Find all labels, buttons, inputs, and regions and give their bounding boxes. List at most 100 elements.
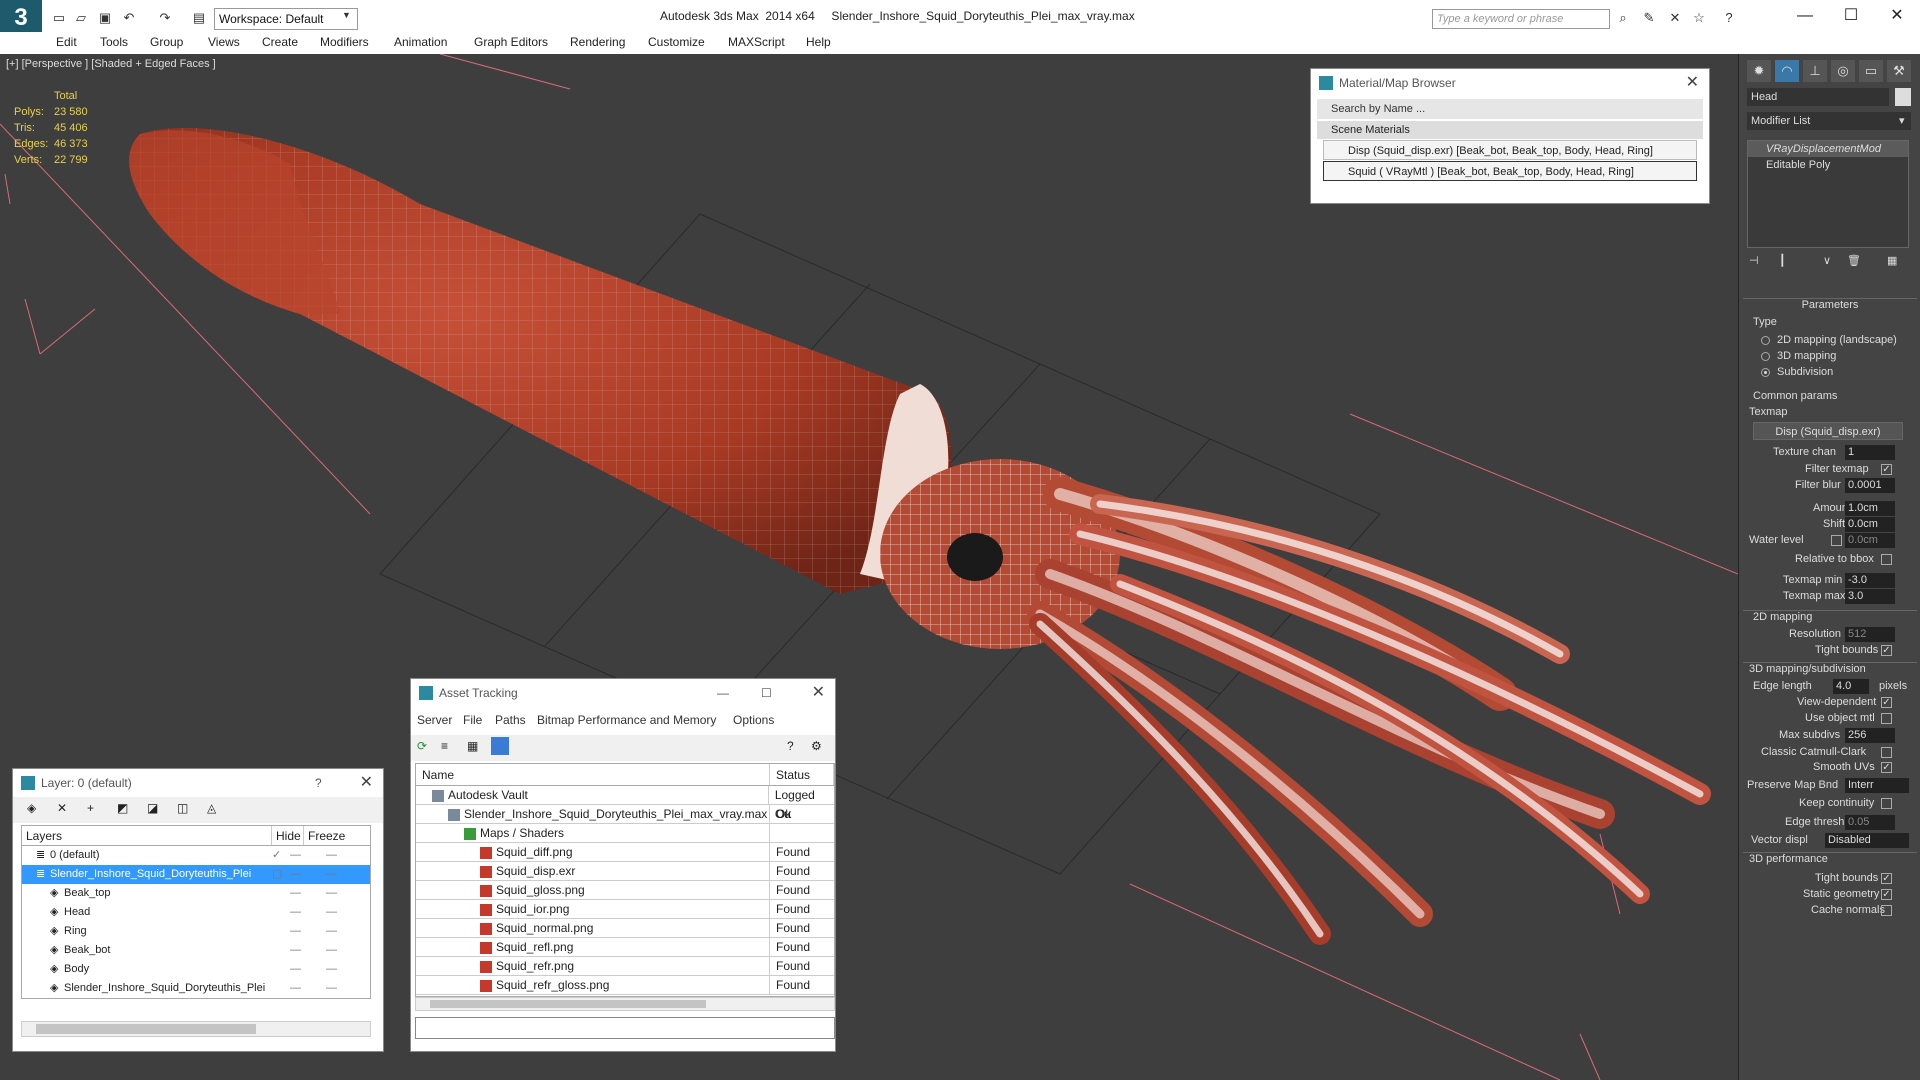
parameters-rollout[interactable]: Parameters	[1743, 298, 1917, 314]
remove-modifier-icon[interactable]: 🗑	[1847, 254, 1861, 267]
filter-texmap-checkbox[interactable]: ✓	[1881, 464, 1892, 475]
freeze-toggle[interactable]: —	[326, 865, 337, 884]
object-color-swatch[interactable]	[1895, 88, 1911, 106]
layer-row[interactable]: ◈ Slender_Inshore_Squid_Doryteuthis_Plei —…	[22, 979, 370, 998]
hide-toggle[interactable]: —	[290, 941, 301, 960]
viewport-label[interactable]: [+] [Perspective ] [Shaded + Edged Faces…	[6, 58, 216, 70]
menu-modifiers[interactable]: Modifiers	[320, 35, 369, 49]
redo-icon[interactable]: ↷	[156, 9, 174, 27]
freeze-toggle[interactable]: —	[326, 903, 337, 922]
freeze-toggle[interactable]: —	[326, 979, 337, 998]
layer-row[interactable]: ◈ Head — —	[22, 903, 370, 922]
material-search-input[interactable]: Search by Name ...	[1317, 99, 1703, 119]
freeze-toggle[interactable]: —	[326, 941, 337, 960]
freeze-toggle[interactable]: —	[326, 922, 337, 941]
layer-row[interactable]: ◈ Beak_top — —	[22, 884, 370, 903]
preserve-map-bnd-dropdown[interactable]: Interr	[1845, 778, 1909, 793]
shift-input[interactable]: 0.0cm	[1845, 517, 1895, 532]
table-row[interactable]: Squid_ior.png Found	[416, 900, 834, 919]
asset-menu-paths[interactable]: Paths	[495, 713, 526, 727]
table-row[interactable]: Slender_Inshore_Squid_Doryteuthis_Plei_m…	[416, 805, 834, 824]
close-icon[interactable]: ✕	[1686, 69, 1699, 97]
relative-bbox-checkbox[interactable]	[1881, 554, 1892, 565]
asset-menu-options[interactable]: Options	[733, 713, 774, 727]
column-header-freeze[interactable]: Freeze	[304, 826, 345, 845]
refresh-icon[interactable]: ⟳	[417, 739, 427, 753]
keep-continuity-checkbox[interactable]	[1881, 798, 1892, 809]
show-end-result-icon[interactable]: ┃	[1779, 254, 1786, 267]
save-icon[interactable]: ▣	[96, 9, 114, 27]
texmap-button[interactable]: Disp (Squid_disp.exr)	[1753, 422, 1903, 440]
help-icon[interactable]: ?	[1720, 9, 1738, 27]
freeze-all-icon[interactable]: ◬	[207, 801, 216, 815]
hide-toggle[interactable]: —	[290, 903, 301, 922]
texmap-min-input[interactable]: -3.0	[1845, 573, 1895, 588]
minimize-icon[interactable]: —	[717, 679, 729, 707]
modify-tab-icon[interactable]: ◠	[1775, 60, 1799, 82]
open-file-icon[interactable]: ▱	[72, 9, 90, 27]
asset-menu-bitmap-performance[interactable]: Bitmap Performance and Memory	[537, 713, 716, 727]
create-layer-icon[interactable]: ◈	[27, 801, 36, 815]
current-layer-icon[interactable]: ✓	[272, 846, 281, 865]
communication-icon[interactable]: ✕	[1666, 9, 1684, 27]
workspace-dropdown[interactable]: Workspace: Default	[214, 8, 358, 30]
radio-2d-mapping[interactable]	[1761, 336, 1770, 345]
material-item[interactable]: Squid ( VRayMtl ) [Beak_bot, Beak_top, B…	[1323, 161, 1697, 181]
object-name-field[interactable]: Head	[1747, 88, 1889, 106]
pin-stack-icon[interactable]: ⊣	[1749, 254, 1759, 267]
freeze-toggle[interactable]: —	[326, 846, 337, 865]
water-level-checkbox[interactable]	[1831, 535, 1842, 546]
hide-toggle[interactable]: —	[290, 979, 301, 998]
close-icon[interactable]: ✕	[360, 769, 373, 797]
classic-catmull-checkbox[interactable]	[1881, 747, 1892, 758]
hide-toggle[interactable]: —	[290, 865, 301, 884]
modifier-list-dropdown[interactable]: Modifier List	[1747, 112, 1911, 130]
view-dependent-checkbox[interactable]: ✓	[1881, 697, 1892, 708]
water-level-input[interactable]: 0.0cm	[1845, 533, 1895, 548]
menu-animation[interactable]: Animation	[394, 35, 447, 49]
favorites-star-icon[interactable]: ☆	[1690, 9, 1708, 27]
hierarchy-tab-icon[interactable]: ⊥	[1803, 60, 1827, 82]
table-row[interactable]: Squid_refr.png Found	[416, 957, 834, 976]
hide-toggle[interactable]: —	[290, 884, 301, 903]
stack-item-vraydisplacement[interactable]: VRayDisplacementMod	[1748, 141, 1908, 157]
configure-sets-icon[interactable]: ▦	[1887, 254, 1897, 267]
menu-edit[interactable]: Edit	[56, 35, 77, 49]
edge-thresh-input[interactable]: 0.05	[1845, 815, 1895, 830]
stack-item-editable-poly[interactable]: Editable Poly	[1748, 157, 1908, 173]
horizontal-scrollbar[interactable]	[21, 1021, 371, 1037]
create-tab-icon[interactable]: ✹	[1747, 60, 1771, 82]
hide-toggle[interactable]: —	[290, 846, 301, 865]
layer-row[interactable]: ≣ Slender_Inshore_Squid_Doryteuthis_Plei —…	[22, 865, 370, 884]
motion-tab-icon[interactable]: ◎	[1831, 60, 1855, 82]
table-row[interactable]: Squid_refl.png Found	[416, 938, 834, 957]
column-header-status[interactable]: Status	[770, 764, 834, 785]
horizontal-scrollbar[interactable]	[415, 997, 835, 1011]
menu-rendering[interactable]: Rendering	[570, 35, 625, 49]
menu-customize[interactable]: Customize	[648, 35, 705, 49]
hide-all-icon[interactable]: ◫	[177, 801, 188, 815]
max-subdivs-input[interactable]: 256	[1845, 728, 1895, 743]
filter-blur-input[interactable]: 0.0001	[1845, 478, 1895, 493]
radio-3d-mapping[interactable]	[1761, 352, 1770, 361]
column-header-name[interactable]: Name	[416, 764, 770, 785]
scrollbar-thumb[interactable]	[36, 1024, 256, 1034]
material-browser-titlebar[interactable]: Material/Map Browser ✕	[1311, 69, 1709, 97]
column-header-layers[interactable]: Layers	[22, 826, 272, 845]
minimize-icon[interactable]: —	[1782, 0, 1828, 32]
help-icon[interactable]: ?	[787, 739, 794, 753]
cache-normals-checkbox[interactable]	[1881, 905, 1892, 916]
hide-toggle[interactable]: —	[290, 922, 301, 941]
close-icon[interactable]: ✕	[1874, 0, 1920, 32]
search-input[interactable]: Type a keyword or phrase	[1432, 9, 1610, 29]
list-view-icon[interactable]: ≡	[441, 739, 448, 753]
hide-toggle[interactable]: —	[290, 960, 301, 979]
select-highlighted-icon[interactable]: ◩	[117, 801, 128, 815]
edge-length-input[interactable]: 4.0	[1833, 679, 1869, 694]
vector-displ-dropdown[interactable]: Disabled	[1825, 833, 1909, 848]
settings-icon[interactable]: ⚙	[811, 739, 822, 753]
menu-views[interactable]: Views	[208, 35, 240, 49]
radio-subdivision[interactable]	[1761, 368, 1770, 377]
column-header-hide[interactable]: Hide	[272, 826, 304, 845]
scene-materials-section[interactable]: Scene Materials	[1317, 121, 1703, 139]
